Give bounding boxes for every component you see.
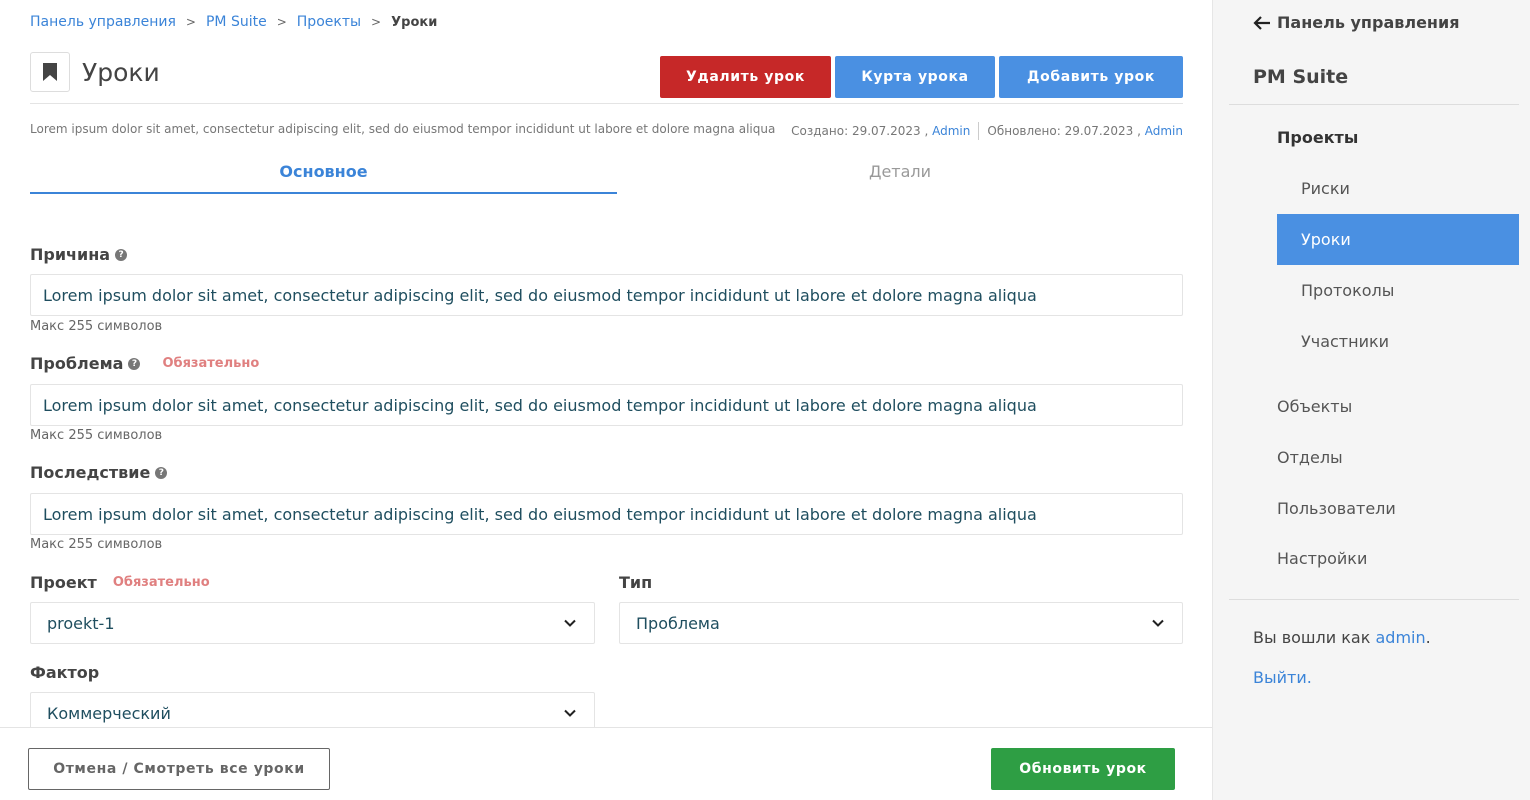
tab-main[interactable]: Основное xyxy=(30,162,617,194)
header-divider xyxy=(30,103,1183,104)
breadcrumb-link-dashboard[interactable]: Панель управления xyxy=(30,14,176,30)
help-icon[interactable]: ? xyxy=(128,357,141,370)
add-lesson-button[interactable]: Добавить урок xyxy=(999,56,1183,98)
project-label-text: Проект xyxy=(30,573,97,592)
page-title: Уроки xyxy=(82,58,160,87)
page-description: Lorem ipsum dolor sit amet, consectetur … xyxy=(30,122,776,136)
breadcrumb-link-pm-suite[interactable]: PM Suite xyxy=(206,14,267,30)
breadcrumb-link-projects[interactable]: Проекты xyxy=(297,14,361,30)
main-content: Панель управления > PM Suite > Проекты >… xyxy=(0,0,1212,800)
created-by-link[interactable]: Admin xyxy=(932,124,970,138)
logged-in-status: Вы вошли как admin. xyxy=(1253,628,1431,647)
sidebar: Панель управления PM Suite Проекты Риски… xyxy=(1212,0,1530,800)
sidebar-back-link[interactable]: Панель управления xyxy=(1253,13,1459,32)
type-select[interactable]: Проблема xyxy=(619,602,1183,644)
update-lesson-button[interactable]: Обновить урок xyxy=(991,748,1175,790)
record-meta: Создано: 29.07.2023 , Admin Обновлено: 2… xyxy=(791,122,1183,140)
problem-label: Проблема ? Обязательно xyxy=(30,354,259,373)
factor-label: Фактор xyxy=(30,663,99,682)
sidebar-item-settings[interactable]: Настройки xyxy=(1277,549,1367,568)
breadcrumb-separator: > xyxy=(185,15,196,29)
breadcrumb: Панель управления > PM Suite > Проекты >… xyxy=(30,14,437,30)
breadcrumb-separator: > xyxy=(276,15,287,29)
sidebar-item-objects[interactable]: Объекты xyxy=(1277,397,1352,416)
cause-label-text: Причина xyxy=(30,245,111,264)
chevron-down-icon xyxy=(564,619,576,627)
sidebar-item-protocols[interactable]: Протоколы xyxy=(1277,265,1519,316)
required-badge: Обязательно xyxy=(112,575,210,590)
logout-link[interactable]: Выйти. xyxy=(1253,668,1312,687)
sidebar-item-users[interactable]: Пользователи xyxy=(1277,499,1396,518)
logged-in-user-link[interactable]: admin xyxy=(1376,628,1426,647)
consequence-field[interactable]: Lorem ipsum dolor sit amet, consectetur … xyxy=(30,493,1183,535)
required-badge: Обязательно xyxy=(162,356,260,371)
breadcrumb-current: Уроки xyxy=(391,14,438,30)
sidebar-item-lessons[interactable]: Уроки xyxy=(1277,214,1519,265)
updated-by-link[interactable]: Admin xyxy=(1145,124,1183,138)
cause-label: Причина ? xyxy=(30,245,128,264)
consequence-hint: Макс 255 символов xyxy=(30,537,163,552)
sidebar-item-projects[interactable]: Проекты xyxy=(1277,128,1358,147)
problem-field[interactable]: Lorem ipsum dolor sit amet, consectetur … xyxy=(30,384,1183,426)
cause-hint: Макс 255 символов xyxy=(30,319,163,334)
bookmark-icon xyxy=(30,52,70,92)
project-select-value: proekt-1 xyxy=(47,613,115,633)
breadcrumb-separator: > xyxy=(371,15,382,29)
sidebar-back-label: Панель управления xyxy=(1277,13,1460,32)
problem-label-text: Проблема xyxy=(30,354,124,373)
delete-lesson-button[interactable]: Удалить урок xyxy=(660,56,831,98)
sidebar-divider xyxy=(1229,599,1519,600)
curate-lesson-button[interactable]: Курта урока xyxy=(835,56,995,98)
type-label-text: Тип xyxy=(619,573,653,592)
factor-label-text: Фактор xyxy=(30,663,100,682)
type-select-value: Проблема xyxy=(636,613,720,633)
logged-in-prefix: Вы вошли как xyxy=(1253,628,1371,647)
consequence-label: Последствие ? xyxy=(30,463,168,482)
problem-hint: Макс 255 символов xyxy=(30,428,163,443)
sidebar-item-participants[interactable]: Участники xyxy=(1277,316,1519,367)
project-label: Проект Обязательно xyxy=(30,573,210,592)
created-label: Создано: 29.07.2023 , xyxy=(791,124,929,138)
consequence-label-text: Последствие xyxy=(30,463,151,482)
project-select[interactable]: proekt-1 xyxy=(30,602,595,644)
help-icon[interactable]: ? xyxy=(155,466,168,479)
sidebar-suite-title[interactable]: PM Suite xyxy=(1253,66,1348,88)
cause-field[interactable]: Lorem ipsum dolor sit amet, consectetur … xyxy=(30,274,1183,316)
cancel-button[interactable]: Отмена / Смотреть все уроки xyxy=(28,748,330,790)
tab-details[interactable]: Детали xyxy=(617,162,1183,194)
type-label: Тип xyxy=(619,573,652,592)
arrow-left-icon xyxy=(1253,15,1270,30)
factor-select-value: Коммерческий xyxy=(47,703,171,723)
help-icon[interactable]: ? xyxy=(115,248,128,261)
sidebar-item-departments[interactable]: Отделы xyxy=(1277,448,1343,467)
sidebar-item-risks[interactable]: Риски xyxy=(1277,163,1519,214)
sidebar-divider xyxy=(1229,104,1519,105)
logged-in-suffix: . xyxy=(1425,628,1431,647)
chevron-down-icon xyxy=(564,709,576,717)
updated-label: Обновлено: 29.07.2023 , xyxy=(987,124,1141,138)
meta-divider xyxy=(978,122,980,140)
form-footer: Отмена / Смотреть все уроки Обновить уро… xyxy=(0,727,1212,800)
chevron-down-icon xyxy=(1152,619,1164,627)
